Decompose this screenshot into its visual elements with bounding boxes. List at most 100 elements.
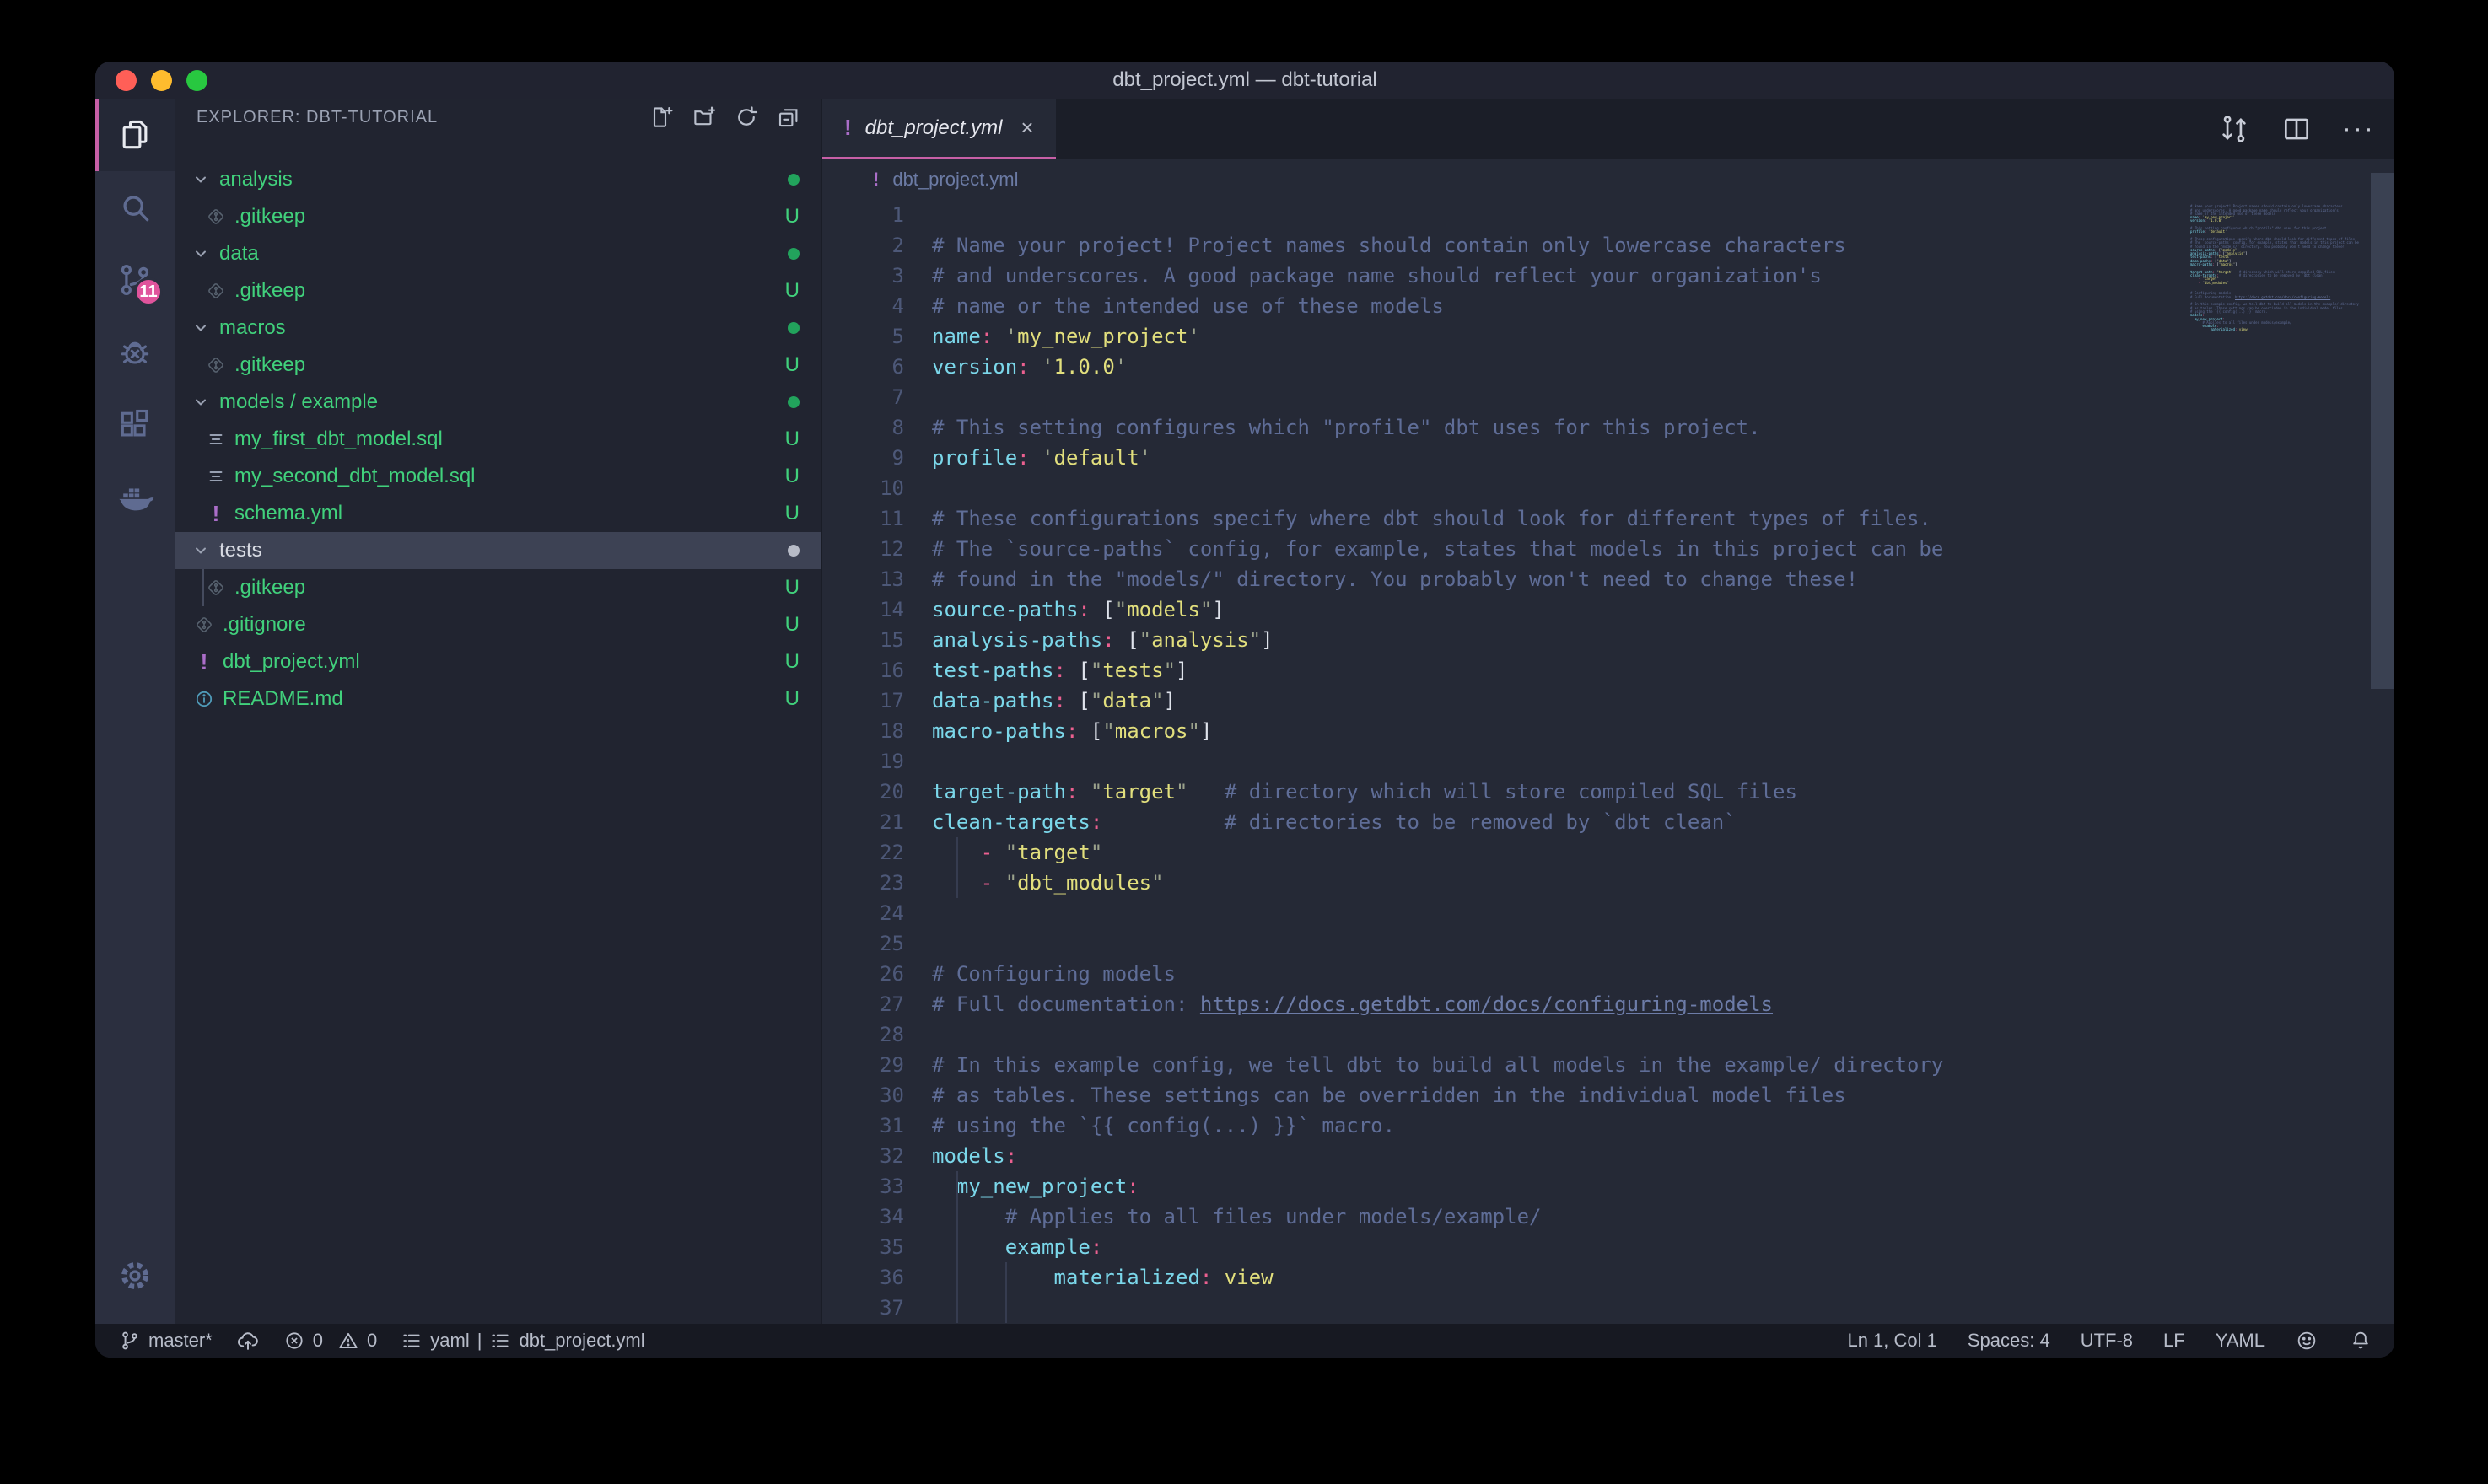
linter-status-yaml[interactable]: yaml | dbt_project.yml	[401, 1330, 644, 1352]
tree-item-models-example[interactable]: models / example	[175, 384, 821, 421]
activity-source-control[interactable]: 11	[95, 244, 175, 316]
code-line-15[interactable]: 15analysis-paths: ["analysis"]	[822, 625, 2394, 655]
code-line-30[interactable]: 30# as tables. These settings can be ove…	[822, 1080, 2394, 1110]
activity-docker[interactable]	[95, 461, 175, 534]
activity-search[interactable]	[95, 171, 175, 244]
git-branch-status[interactable]: master*	[119, 1330, 213, 1352]
branch-name: master*	[148, 1330, 213, 1352]
code-line-14[interactable]: 14source-paths: ["models"]	[822, 594, 2394, 625]
more-actions-icon[interactable]: ···	[2342, 112, 2376, 146]
scm-pending-badge: 11	[134, 277, 163, 306]
code-line-19[interactable]: 19	[822, 746, 2394, 777]
code-line-23[interactable]: 23 - "dbt_modules"	[822, 868, 2394, 898]
code-line-11[interactable]: 11# These configurations specify where d…	[822, 503, 2394, 534]
code-line-2[interactable]: 2# Name your project! Project names shou…	[822, 230, 2394, 261]
minimize-window-button[interactable]	[151, 70, 172, 91]
code-line-31[interactable]: 31# using the `{{ config(...) }}` macro.	[822, 1110, 2394, 1141]
feedback-smiley-icon[interactable]	[2295, 1329, 2318, 1352]
tree-item--gitkeep[interactable]: .gitkeepU	[175, 347, 821, 384]
code-line-4[interactable]: 4# name or the intended use of these mod…	[822, 291, 2394, 321]
editor-scrollbar-thumb[interactable]	[2371, 173, 2394, 689]
code-line-12[interactable]: 12# The `source-paths` config, for examp…	[822, 534, 2394, 564]
tree-item-analysis[interactable]: analysis	[175, 161, 821, 198]
code-line-17[interactable]: 17data-paths: ["data"]	[822, 686, 2394, 716]
code-line-10[interactable]: 10	[822, 473, 2394, 503]
sync-changes-button[interactable]	[236, 1329, 260, 1352]
breadcrumb-file[interactable]: dbt_project.yml	[892, 169, 1018, 191]
tree-item-label: analysis	[219, 168, 293, 191]
code-line-3[interactable]: 3# and underscores. A good package name …	[822, 261, 2394, 291]
activity-extensions[interactable]	[95, 389, 175, 461]
code-line-6[interactable]: 6version: '1.0.0'	[822, 352, 2394, 382]
tree-item--gitkeep[interactable]: .gitkeepU	[175, 272, 821, 309]
chevron-down-icon	[190, 542, 212, 559]
code-line-32[interactable]: 32models:	[822, 1141, 2394, 1171]
code-line-16[interactable]: 16test-paths: ["tests"]	[822, 655, 2394, 686]
close-window-button[interactable]	[116, 70, 137, 91]
open-changes-icon[interactable]	[2217, 112, 2251, 146]
code-editor[interactable]: 12# Name your project! Project names sho…	[822, 200, 2394, 1324]
tab-dbt-project-yml[interactable]: ! dbt_project.yml ×	[822, 99, 1056, 159]
tree-item-data[interactable]: data	[175, 235, 821, 272]
collapse-all-icon[interactable]	[774, 103, 803, 132]
line-number: 4	[822, 291, 904, 321]
tree-item-readme-md[interactable]: README.mdU	[175, 680, 821, 718]
cursor-position[interactable]: Ln 1, Col 1	[1847, 1330, 1936, 1352]
new-folder-icon[interactable]	[690, 103, 719, 132]
activity-explorer[interactable]	[95, 99, 175, 171]
code-line-26[interactable]: 26# Configuring models	[822, 959, 2394, 989]
code-line-5[interactable]: 5name: 'my_new_project'	[822, 321, 2394, 352]
tree-item--gitkeep[interactable]: .gitkeepU	[175, 569, 821, 606]
activity-debug[interactable]	[95, 316, 175, 389]
split-editor-icon[interactable]	[2280, 112, 2313, 146]
code-line-13[interactable]: 13# found in the "models/" directory. Yo…	[822, 564, 2394, 594]
close-tab-icon[interactable]: ×	[1021, 115, 1033, 141]
code-line-37[interactable]: 37	[822, 1293, 2394, 1323]
tree-item-tests[interactable]: tests	[175, 532, 821, 569]
line-number: 10	[822, 473, 904, 503]
new-file-icon[interactable]	[648, 103, 676, 132]
tree-item-my-first-dbt-model-sql[interactable]: my_first_dbt_model.sqlU	[175, 421, 821, 458]
yaml-warning-icon: !	[844, 115, 852, 141]
zoom-window-button[interactable]	[186, 70, 207, 91]
code-line-25[interactable]: 25	[822, 928, 2394, 959]
activity-settings[interactable]	[95, 1239, 175, 1312]
code-line-33[interactable]: 33 my_new_project:	[822, 1171, 2394, 1202]
minimap[interactable]: # Name your project! Project names shoul…	[2190, 202, 2369, 792]
code-line-29[interactable]: 29# In this example config, we tell dbt …	[822, 1050, 2394, 1080]
indentation-setting[interactable]: Spaces: 4	[1968, 1330, 2050, 1352]
code-line-28[interactable]: 28	[822, 1019, 2394, 1050]
git-status-badge	[788, 168, 800, 191]
eol-setting[interactable]: LF	[2163, 1330, 2185, 1352]
breadcrumb[interactable]: ! dbt_project.yml	[822, 159, 2394, 200]
code-line-21[interactable]: 21clean-targets: # directories to be rem…	[822, 807, 2394, 837]
code-line-27[interactable]: 27# Full documentation: https://docs.get…	[822, 989, 2394, 1019]
language-mode[interactable]: YAML	[2216, 1330, 2265, 1352]
notifications-bell-icon[interactable]	[2349, 1329, 2372, 1352]
code-line-36[interactable]: 36 materialized: view	[822, 1262, 2394, 1293]
git-file-icon	[205, 578, 227, 598]
code-line-24[interactable]: 24	[822, 898, 2394, 928]
problems-status[interactable]: 0 0	[283, 1330, 378, 1352]
code-line-20[interactable]: 20target-path: "target" # directory whic…	[822, 777, 2394, 807]
line-number: 25	[822, 928, 904, 959]
tree-item--gitkeep[interactable]: .gitkeepU	[175, 198, 821, 235]
refresh-icon[interactable]	[732, 103, 761, 132]
line-number: 21	[822, 807, 904, 837]
tree-item-my-second-dbt-model-sql[interactable]: my_second_dbt_model.sqlU	[175, 458, 821, 495]
code-line-18[interactable]: 18macro-paths: ["macros"]	[822, 716, 2394, 746]
code-line-7[interactable]: 7	[822, 382, 2394, 412]
code-line-34[interactable]: 34 # Applies to all files under models/e…	[822, 1202, 2394, 1232]
tree-item-dbt-project-yml[interactable]: !dbt_project.ymlU	[175, 643, 821, 680]
line-number: 35	[822, 1232, 904, 1262]
tree-item-schema-yml[interactable]: !schema.ymlU	[175, 495, 821, 532]
code-line-9[interactable]: 9profile: 'default'	[822, 443, 2394, 473]
code-line-22[interactable]: 22 - "target"	[822, 837, 2394, 868]
tree-item--gitignore[interactable]: .gitignoreU	[175, 606, 821, 643]
code-line-35[interactable]: 35 example:	[822, 1232, 2394, 1262]
tree-item-macros[interactable]: macros	[175, 309, 821, 347]
code-line-8[interactable]: 8# This setting configures which "profil…	[822, 412, 2394, 443]
encoding-setting[interactable]: UTF-8	[2081, 1330, 2133, 1352]
line-number: 6	[822, 352, 904, 382]
code-line-1[interactable]: 1	[822, 200, 2394, 230]
